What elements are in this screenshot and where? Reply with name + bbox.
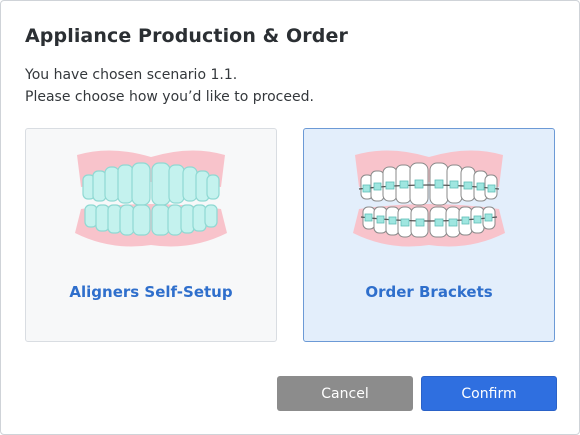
aligner-teeth-icon [75, 150, 227, 247]
confirm-button[interactable]: Confirm [421, 376, 557, 411]
appliance-dialog: Appliance Production & Order You have ch… [0, 0, 580, 435]
description-line-1: You have chosen scenario 1.1. [25, 67, 238, 83]
option-label: Aligners Self-Setup [69, 283, 233, 301]
dialog-description: You have chosen scenario 1.1. Please cho… [25, 64, 314, 108]
dialog-title: Appliance Production & Order [25, 25, 348, 47]
description-line-2: Please choose how you’d like to proceed. [25, 89, 314, 105]
option-label: Order Brackets [365, 283, 493, 301]
option-aligners-self-setup[interactable]: Aligners Self-Setup [25, 128, 277, 342]
option-order-brackets[interactable]: Order Brackets [303, 128, 555, 342]
braces-teeth-icon [353, 150, 505, 247]
cancel-button[interactable]: Cancel [277, 376, 413, 411]
